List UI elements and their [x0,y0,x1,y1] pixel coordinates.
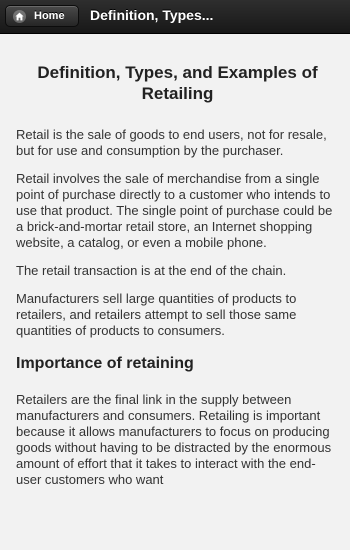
top-toolbar: Home Definition, Types... [0,0,350,34]
home-button[interactable]: Home [5,5,79,27]
article-content: Definition, Types, and Examples of Retai… [16,44,339,488]
paragraph: The retail transaction is at the end of … [16,263,287,278]
page-title: Definition, Types, and Examples of Retai… [37,63,318,103]
paragraph: Retailers are the final link in the supp… [16,392,332,487]
home-button-label: Home [34,10,65,22]
section-heading: Importance of retaining [16,355,194,372]
home-icon [13,10,26,23]
header-title: Definition, Types... [90,7,214,23]
paragraph: Manufacturers sell large quantities of p… [16,291,297,338]
paragraph: Retail is the sale of goods to end users… [16,127,327,158]
paragraph: Retail involves the sale of merchandise … [16,171,333,250]
